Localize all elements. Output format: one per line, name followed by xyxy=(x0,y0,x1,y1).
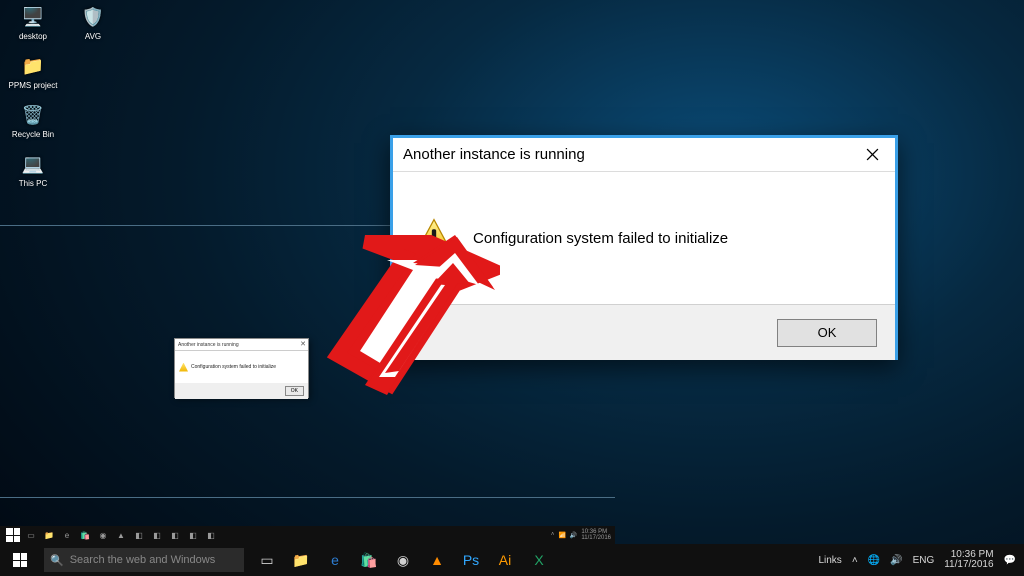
desktop-icon-label: Recycle Bin xyxy=(12,130,54,139)
nested-app-icon[interactable]: ◧ xyxy=(202,526,220,544)
dialog-close-button[interactable] xyxy=(849,138,895,171)
tray-links-label[interactable]: Links xyxy=(818,555,841,566)
nested-app-icon[interactable]: ◧ xyxy=(130,526,148,544)
desktop-icon-recycle-bin[interactable]: 🗑️ Recycle Bin xyxy=(6,102,60,139)
nested-ok-button[interactable]: OK xyxy=(285,386,304,396)
desktop-icon-label: PPMS project xyxy=(9,81,58,90)
dialog-footer: OK xyxy=(393,304,895,360)
nested-dialog-titlebar: Another instance is running ✕ xyxy=(175,339,308,351)
nested-dialog-title: Another instance is running xyxy=(178,342,239,348)
nested-taskbar: ▭ 📁 e 🛍️ ◉ ▲ ◧ ◧ ◧ ◧ ◧ ˄ 📶 🔊 10:36 PM 11… xyxy=(0,526,615,544)
nested-tray-network-icon[interactable]: 📶 xyxy=(558,532,565,539)
nested-app-icon[interactable]: ◧ xyxy=(184,526,202,544)
taskbar-clock-date: 11/17/2016 xyxy=(944,560,993,571)
taskbar: 🔍 Search the web and Windows ▭ 📁 e 🛍️ ◉ … xyxy=(0,544,1024,576)
taskbar-pinned: ▭ 📁 e 🛍️ ◉ ▲ Ps Ai X xyxy=(250,544,556,576)
action-center-icon[interactable]: 💬 xyxy=(1004,555,1016,566)
illustrator-icon[interactable]: Ai xyxy=(488,544,522,576)
nested-tray-volume-icon[interactable]: 🔊 xyxy=(570,532,577,539)
avg-icon: 🛡️ xyxy=(80,4,106,30)
desktop-icon-ppms[interactable]: 📁 PPMS project xyxy=(6,53,60,90)
file-explorer-icon[interactable]: 📁 xyxy=(284,544,318,576)
nested-app-icon[interactable]: ◧ xyxy=(166,526,184,544)
nested-close-icon[interactable]: ✕ xyxy=(300,339,306,351)
this-pc-icon: 💻 xyxy=(20,151,46,177)
windows-logo-icon xyxy=(13,553,27,567)
desktop-icon-label: desktop xyxy=(19,32,47,41)
tray-network-icon[interactable]: 🌐 xyxy=(868,555,880,566)
nested-dialog-message: Configuration system failed to initializ… xyxy=(191,364,276,370)
tray-volume-icon[interactable]: 🔊 xyxy=(890,555,902,566)
nested-tray-chevron-icon[interactable]: ˄ xyxy=(551,532,555,538)
vlc-icon[interactable]: ▲ xyxy=(420,544,454,576)
recycle-bin-icon: 🗑️ xyxy=(20,102,46,128)
desktop-icon-desktop[interactable]: 🖥️ desktop xyxy=(6,4,60,41)
taskbar-search-placeholder: Search the web and Windows xyxy=(70,554,216,566)
desktop-icons-col1: 🖥️ desktop 📁 PPMS project 🗑️ Recycle Bin… xyxy=(6,4,60,188)
folder-icon: 📁 xyxy=(20,53,46,79)
nested-taskbar-pinned: ▭ 📁 e 🛍️ ◉ ▲ ◧ ◧ ◧ ◧ ◧ xyxy=(4,526,220,544)
taskbar-search[interactable]: 🔍 Search the web and Windows xyxy=(44,548,244,572)
nested-start-button[interactable] xyxy=(4,526,22,544)
nested-explorer-icon[interactable]: 📁 xyxy=(40,526,58,544)
store-icon[interactable]: 🛍️ xyxy=(352,544,386,576)
excel-icon[interactable]: X xyxy=(522,544,556,576)
ok-button[interactable]: OK xyxy=(777,319,877,347)
tray-language[interactable]: ENG xyxy=(913,555,935,566)
dialog-body: Configuration system failed to initializ… xyxy=(393,172,895,304)
desktop-icon-this-pc[interactable]: 💻 This PC xyxy=(6,151,60,188)
tray-chevron-icon[interactable]: ˄ xyxy=(852,555,858,566)
taskview-icon[interactable]: ▭ xyxy=(250,544,284,576)
chrome-icon[interactable]: ◉ xyxy=(386,544,420,576)
desktop-icons-col2: 🛡️ AVG xyxy=(66,4,120,41)
nested-warning-icon xyxy=(179,363,188,372)
desktop-icon-label: AVG xyxy=(85,32,101,41)
desktop-icon-label: This PC xyxy=(19,179,47,188)
nested-app-icon[interactable]: ◧ xyxy=(148,526,166,544)
nested-store-icon[interactable]: 🛍️ xyxy=(76,526,94,544)
nested-taskview-icon[interactable]: ▭ xyxy=(22,526,40,544)
nested-edge-icon[interactable]: e xyxy=(58,526,76,544)
desktop-icon-avg[interactable]: 🛡️ AVG xyxy=(66,4,120,41)
error-dialog: Another instance is running Configuratio… xyxy=(390,135,898,360)
system-tray: Links ˄ 🌐 🔊 ENG 10:36 PM 11/17/2016 💬 xyxy=(810,550,1024,571)
start-button[interactable] xyxy=(0,544,40,576)
desktop-glyph-icon: 🖥️ xyxy=(20,4,46,30)
nested-chrome-icon[interactable]: ◉ xyxy=(94,526,112,544)
edge-icon[interactable]: e xyxy=(318,544,352,576)
search-icon: 🔍 xyxy=(50,554,64,567)
taskbar-clock[interactable]: 10:36 PM 11/17/2016 xyxy=(944,550,993,571)
nested-vlc-icon[interactable]: ▲ xyxy=(112,526,130,544)
warning-icon xyxy=(413,217,455,259)
close-icon xyxy=(866,148,879,161)
nested-error-dialog: Another instance is running ✕ Configurat… xyxy=(174,338,309,398)
nested-system-tray: ˄ 📶 🔊 10:36 PM 11/17/2016 xyxy=(547,529,615,541)
dialog-message: Configuration system failed to initializ… xyxy=(473,230,728,247)
dialog-title: Another instance is running xyxy=(403,146,585,163)
nested-clock[interactable]: 10:36 PM 11/17/2016 xyxy=(581,529,611,541)
dialog-titlebar[interactable]: Another instance is running xyxy=(393,138,895,172)
nested-clock-date: 11/17/2016 xyxy=(581,535,611,541)
photoshop-icon[interactable]: Ps xyxy=(454,544,488,576)
